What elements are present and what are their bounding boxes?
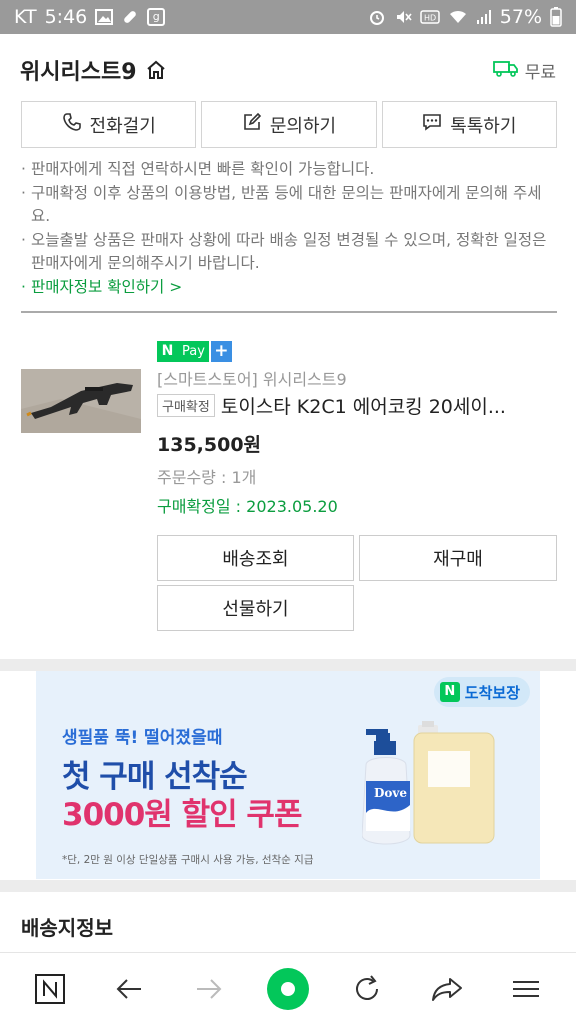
app-g-icon: g xyxy=(147,8,166,26)
order-quantity: 주문수량 : 1개 xyxy=(157,468,257,487)
share-arrow-icon xyxy=(431,977,462,1001)
note-item: · 오늘출발 상품은 판매자 상황에 따라 배송 일정 변경될 수 있으며, 정확… xyxy=(21,230,547,273)
shipping-label: 무료 xyxy=(524,62,556,83)
naver-n-icon: N xyxy=(157,341,178,362)
status-badge: 구매확정 xyxy=(157,394,215,417)
note-item: · 구매확정 이후 상품의 이용방법, 반품 등에 대한 문의는 판매자에게 문의… xyxy=(21,183,542,226)
naver-n-icon: N xyxy=(439,682,460,702)
forward-arrow-icon xyxy=(196,978,221,999)
menu-button[interactable] xyxy=(498,961,554,1017)
chat-icon xyxy=(422,112,442,137)
edit-icon xyxy=(242,112,262,137)
green-dot-button[interactable] xyxy=(260,961,316,1017)
refresh-icon xyxy=(356,974,379,1000)
naver-n-icon xyxy=(34,973,65,1004)
inquiry-button[interactable]: 문의하기 xyxy=(201,101,377,148)
order-seller[interactable]: [스마트스토어] 위시리스트9 xyxy=(157,366,347,390)
phone-icon xyxy=(62,112,82,137)
share-button[interactable] xyxy=(419,961,475,1017)
track-delivery-button[interactable]: 배송조회 xyxy=(157,535,354,581)
pill-icon xyxy=(121,8,139,26)
note-item: · 판매자에게 직접 연락하시면 빠른 확인이 가능합니다. xyxy=(21,160,375,178)
naver-home-button[interactable] xyxy=(22,961,78,1017)
alarm-icon xyxy=(368,8,386,26)
shipping-info-title: 배송지정보 xyxy=(21,916,113,940)
promo-banner[interactable]: N 도착보장 생필품 뚝! 떨어졌을때 첫 구매 선착순 3000원 할인 쿠폰… xyxy=(36,671,540,879)
dove-logo-text: Dove xyxy=(374,786,407,800)
forward-button[interactable] xyxy=(181,961,237,1017)
back-arrow-icon xyxy=(116,978,142,999)
product-name-row[interactable]: 구매확정 토이스타 K2C1 에어코킹 20세이... xyxy=(157,392,557,419)
call-button-label: 전화걸기 xyxy=(89,115,156,137)
gift-button[interactable]: 선물하기 xyxy=(157,585,354,631)
store-header: 위시리스트9 무료 xyxy=(0,34,576,106)
npay-label: Pay xyxy=(178,341,209,362)
signal-icon xyxy=(476,9,492,25)
seller-notes: · 판매자에게 직접 연락하시면 빠른 확인이 가능합니다. · 구매확정 이후 상… xyxy=(21,158,557,299)
product-bottles-image: Dove xyxy=(362,721,495,845)
refresh-button[interactable] xyxy=(339,961,395,1017)
battery-icon xyxy=(550,7,562,27)
product-price: 135,500원 xyxy=(157,434,262,456)
wifi-icon xyxy=(448,9,468,25)
section-gap xyxy=(0,880,576,892)
inquiry-button-label: 문의하기 xyxy=(269,115,337,137)
gallery-icon xyxy=(95,9,114,25)
npay-badge: N Pay + xyxy=(157,341,232,362)
talktalk-button[interactable]: 톡톡하기 xyxy=(381,101,557,148)
back-button[interactable] xyxy=(101,961,157,1017)
product-name: 토이스타 K2C1 에어코킹 20세이... xyxy=(220,396,506,418)
arrival-guarantee-badge: N 도착보장 xyxy=(433,677,530,707)
status-bar: KT 5:46 g HD 57% xyxy=(0,0,576,34)
seller-info-link[interactable]: · 판매자정보 확인하기 > xyxy=(21,276,557,300)
clock: 5:46 xyxy=(44,6,88,28)
shipping-fee: 무료 xyxy=(492,58,556,83)
home-icon[interactable] xyxy=(145,59,167,81)
hd-icon: HD xyxy=(420,10,440,24)
hamburger-menu-icon xyxy=(513,980,540,997)
green-dot-icon xyxy=(266,967,309,1010)
rebuy-button[interactable]: 재구매 xyxy=(359,535,557,581)
banner-line-1: 생필품 뚝! 떨어졌을때 xyxy=(62,728,223,748)
banner-line-3: 3000원 할인 쿠폰 xyxy=(62,797,302,833)
divider xyxy=(21,311,557,313)
store-name[interactable]: 위시리스트9 xyxy=(20,54,137,86)
contact-buttons: 전화걸기 문의하기 톡톡하기 xyxy=(21,101,557,148)
plus-icon: + xyxy=(210,341,232,362)
confirm-date: 구매확정일 : 2023.05.20 xyxy=(157,497,338,516)
mute-icon xyxy=(394,8,412,26)
call-button[interactable]: 전화걸기 xyxy=(21,101,197,148)
product-image[interactable] xyxy=(21,369,141,433)
svg-text:HD: HD xyxy=(424,14,436,23)
banner-fine-print: *단, 2만 원 이상 단일상품 구매시 사용 가능, 선착순 지급 xyxy=(62,854,314,866)
browser-nav-bar xyxy=(0,952,576,1024)
battery-percent: 57% xyxy=(499,6,542,28)
section-gap xyxy=(0,659,576,671)
talktalk-button-label: 톡톡하기 xyxy=(450,115,517,137)
truck-icon xyxy=(492,59,519,82)
carrier-label: KT xyxy=(14,6,37,28)
